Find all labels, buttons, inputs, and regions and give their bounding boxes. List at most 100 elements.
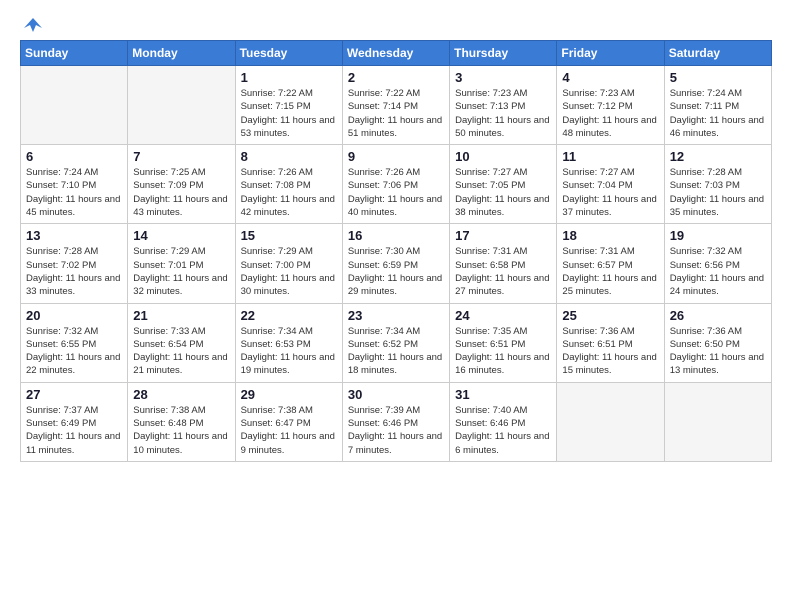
calendar-day-cell: 21 Sunrise: 7:33 AM Sunset: 6:54 PM Dayli… xyxy=(128,303,235,382)
day-info: Sunrise: 7:32 AM Sunset: 6:55 PM Dayligh… xyxy=(26,325,122,378)
day-info: Sunrise: 7:31 AM Sunset: 6:57 PM Dayligh… xyxy=(562,245,658,298)
page-header xyxy=(20,16,772,32)
calendar-day-cell: 1Sunrise: 7:22 AM Sunset: 7:15 PM Daylig… xyxy=(235,66,342,145)
day-number: 9 xyxy=(348,149,444,164)
calendar-day-cell: 24 Sunrise: 7:35 AM Sunset: 6:51 PM Dayli… xyxy=(450,303,557,382)
day-info: Sunrise: 7:30 AM Sunset: 6:59 PM Dayligh… xyxy=(348,245,444,298)
weekday-header-wednesday: Wednesday xyxy=(342,41,449,66)
day-number: 20 xyxy=(26,308,122,323)
logo-bird-icon xyxy=(22,14,44,36)
calendar-day-cell: 31 Sunrise: 7:40 AM Sunset: 6:46 PM Dayli… xyxy=(450,382,557,461)
day-number: 23 xyxy=(348,308,444,323)
calendar-day-cell: 22 Sunrise: 7:34 AM Sunset: 6:53 PM Dayli… xyxy=(235,303,342,382)
day-number: 4 xyxy=(562,70,658,85)
day-info: Sunrise: 7:37 AM Sunset: 6:49 PM Dayligh… xyxy=(26,404,122,457)
calendar-day-cell: 19Sunrise: 7:32 AM Sunset: 6:56 PM Dayli… xyxy=(664,224,771,303)
day-info: Sunrise: 7:36 AM Sunset: 6:51 PM Dayligh… xyxy=(562,325,658,378)
calendar-day-cell: 30 Sunrise: 7:39 AM Sunset: 6:46 PM Dayli… xyxy=(342,382,449,461)
day-number: 6 xyxy=(26,149,122,164)
calendar-day-cell: 9 Sunrise: 7:26 AM Sunset: 7:06 PM Daylig… xyxy=(342,145,449,224)
calendar-day-cell: 8Sunrise: 7:26 AM Sunset: 7:08 PM Daylig… xyxy=(235,145,342,224)
calendar-table: SundayMondayTuesdayWednesdayThursdayFrid… xyxy=(20,40,772,462)
calendar-day-cell: 12Sunrise: 7:28 AM Sunset: 7:03 PM Dayli… xyxy=(664,145,771,224)
weekday-header-friday: Friday xyxy=(557,41,664,66)
calendar-week-row: 20 Sunrise: 7:32 AM Sunset: 6:55 PM Dayli… xyxy=(21,303,772,382)
day-number: 27 xyxy=(26,387,122,402)
day-info: Sunrise: 7:25 AM Sunset: 7:09 PM Dayligh… xyxy=(133,166,229,219)
day-number: 1 xyxy=(241,70,337,85)
day-info: Sunrise: 7:27 AM Sunset: 7:05 PM Dayligh… xyxy=(455,166,551,219)
day-info: Sunrise: 7:29 AM Sunset: 7:01 PM Dayligh… xyxy=(133,245,229,298)
day-number: 29 xyxy=(241,387,337,402)
weekday-header-thursday: Thursday xyxy=(450,41,557,66)
day-info: Sunrise: 7:33 AM Sunset: 6:54 PM Dayligh… xyxy=(133,325,229,378)
weekday-header-tuesday: Tuesday xyxy=(235,41,342,66)
day-info: Sunrise: 7:34 AM Sunset: 6:52 PM Dayligh… xyxy=(348,325,444,378)
day-number: 19 xyxy=(670,228,766,243)
day-info: Sunrise: 7:38 AM Sunset: 6:48 PM Dayligh… xyxy=(133,404,229,457)
day-info: Sunrise: 7:34 AM Sunset: 6:53 PM Dayligh… xyxy=(241,325,337,378)
day-info: Sunrise: 7:36 AM Sunset: 6:50 PM Dayligh… xyxy=(670,325,766,378)
day-number: 3 xyxy=(455,70,551,85)
calendar-day-cell xyxy=(128,66,235,145)
calendar-day-cell: 17 Sunrise: 7:31 AM Sunset: 6:58 PM Dayli… xyxy=(450,224,557,303)
day-number: 2 xyxy=(348,70,444,85)
day-info: Sunrise: 7:29 AM Sunset: 7:00 PM Dayligh… xyxy=(241,245,337,298)
day-info: Sunrise: 7:23 AM Sunset: 7:12 PM Dayligh… xyxy=(562,87,658,140)
day-number: 24 xyxy=(455,308,551,323)
day-number: 22 xyxy=(241,308,337,323)
day-info: Sunrise: 7:24 AM Sunset: 7:11 PM Dayligh… xyxy=(670,87,766,140)
day-number: 16 xyxy=(348,228,444,243)
day-number: 10 xyxy=(455,149,551,164)
day-number: 12 xyxy=(670,149,766,164)
day-number: 26 xyxy=(670,308,766,323)
weekday-header-saturday: Saturday xyxy=(664,41,771,66)
weekday-header-sunday: Sunday xyxy=(21,41,128,66)
day-number: 17 xyxy=(455,228,551,243)
calendar-day-cell: 16 Sunrise: 7:30 AM Sunset: 6:59 PM Dayli… xyxy=(342,224,449,303)
calendar-day-cell: 6 Sunrise: 7:24 AM Sunset: 7:10 PM Daylig… xyxy=(21,145,128,224)
calendar-day-cell: 25 Sunrise: 7:36 AM Sunset: 6:51 PM Dayli… xyxy=(557,303,664,382)
day-info: Sunrise: 7:40 AM Sunset: 6:46 PM Dayligh… xyxy=(455,404,551,457)
calendar-day-cell: 28 Sunrise: 7:38 AM Sunset: 6:48 PM Dayli… xyxy=(128,382,235,461)
calendar-day-cell: 4 Sunrise: 7:23 AM Sunset: 7:12 PM Daylig… xyxy=(557,66,664,145)
day-info: Sunrise: 7:27 AM Sunset: 7:04 PM Dayligh… xyxy=(562,166,658,219)
calendar-day-cell: 18 Sunrise: 7:31 AM Sunset: 6:57 PM Dayli… xyxy=(557,224,664,303)
calendar-day-cell: 11Sunrise: 7:27 AM Sunset: 7:04 PM Dayli… xyxy=(557,145,664,224)
day-info: Sunrise: 7:23 AM Sunset: 7:13 PM Dayligh… xyxy=(455,87,551,140)
day-info: Sunrise: 7:35 AM Sunset: 6:51 PM Dayligh… xyxy=(455,325,551,378)
day-info: Sunrise: 7:31 AM Sunset: 6:58 PM Dayligh… xyxy=(455,245,551,298)
day-number: 21 xyxy=(133,308,229,323)
weekday-header-monday: Monday xyxy=(128,41,235,66)
calendar-day-cell: 27 Sunrise: 7:37 AM Sunset: 6:49 PM Dayli… xyxy=(21,382,128,461)
day-number: 25 xyxy=(562,308,658,323)
calendar-day-cell xyxy=(21,66,128,145)
calendar-day-cell: 23 Sunrise: 7:34 AM Sunset: 6:52 PM Dayli… xyxy=(342,303,449,382)
day-number: 5 xyxy=(670,70,766,85)
day-number: 15 xyxy=(241,228,337,243)
calendar-day-cell: 10 Sunrise: 7:27 AM Sunset: 7:05 PM Dayli… xyxy=(450,145,557,224)
day-info: Sunrise: 7:39 AM Sunset: 6:46 PM Dayligh… xyxy=(348,404,444,457)
calendar-day-cell: 3 Sunrise: 7:23 AM Sunset: 7:13 PM Daylig… xyxy=(450,66,557,145)
calendar-day-cell: 29 Sunrise: 7:38 AM Sunset: 6:47 PM Dayli… xyxy=(235,382,342,461)
calendar-day-cell: 5 Sunrise: 7:24 AM Sunset: 7:11 PM Daylig… xyxy=(664,66,771,145)
calendar-day-cell: 13Sunrise: 7:28 AM Sunset: 7:02 PM Dayli… xyxy=(21,224,128,303)
day-info: Sunrise: 7:24 AM Sunset: 7:10 PM Dayligh… xyxy=(26,166,122,219)
calendar-week-row: 13Sunrise: 7:28 AM Sunset: 7:02 PM Dayli… xyxy=(21,224,772,303)
day-info: Sunrise: 7:28 AM Sunset: 7:02 PM Dayligh… xyxy=(26,245,122,298)
day-number: 14 xyxy=(133,228,229,243)
day-number: 18 xyxy=(562,228,658,243)
day-number: 31 xyxy=(455,387,551,402)
calendar-week-row: 1Sunrise: 7:22 AM Sunset: 7:15 PM Daylig… xyxy=(21,66,772,145)
calendar-day-cell: 20 Sunrise: 7:32 AM Sunset: 6:55 PM Dayli… xyxy=(21,303,128,382)
calendar-day-cell xyxy=(664,382,771,461)
day-number: 30 xyxy=(348,387,444,402)
calendar-day-cell: 7 Sunrise: 7:25 AM Sunset: 7:09 PM Daylig… xyxy=(128,145,235,224)
day-number: 28 xyxy=(133,387,229,402)
day-info: Sunrise: 7:38 AM Sunset: 6:47 PM Dayligh… xyxy=(241,404,337,457)
day-number: 7 xyxy=(133,149,229,164)
calendar-week-row: 6 Sunrise: 7:24 AM Sunset: 7:10 PM Daylig… xyxy=(21,145,772,224)
day-info: Sunrise: 7:26 AM Sunset: 7:06 PM Dayligh… xyxy=(348,166,444,219)
logo xyxy=(20,16,44,32)
calendar-header-row: SundayMondayTuesdayWednesdayThursdayFrid… xyxy=(21,41,772,66)
